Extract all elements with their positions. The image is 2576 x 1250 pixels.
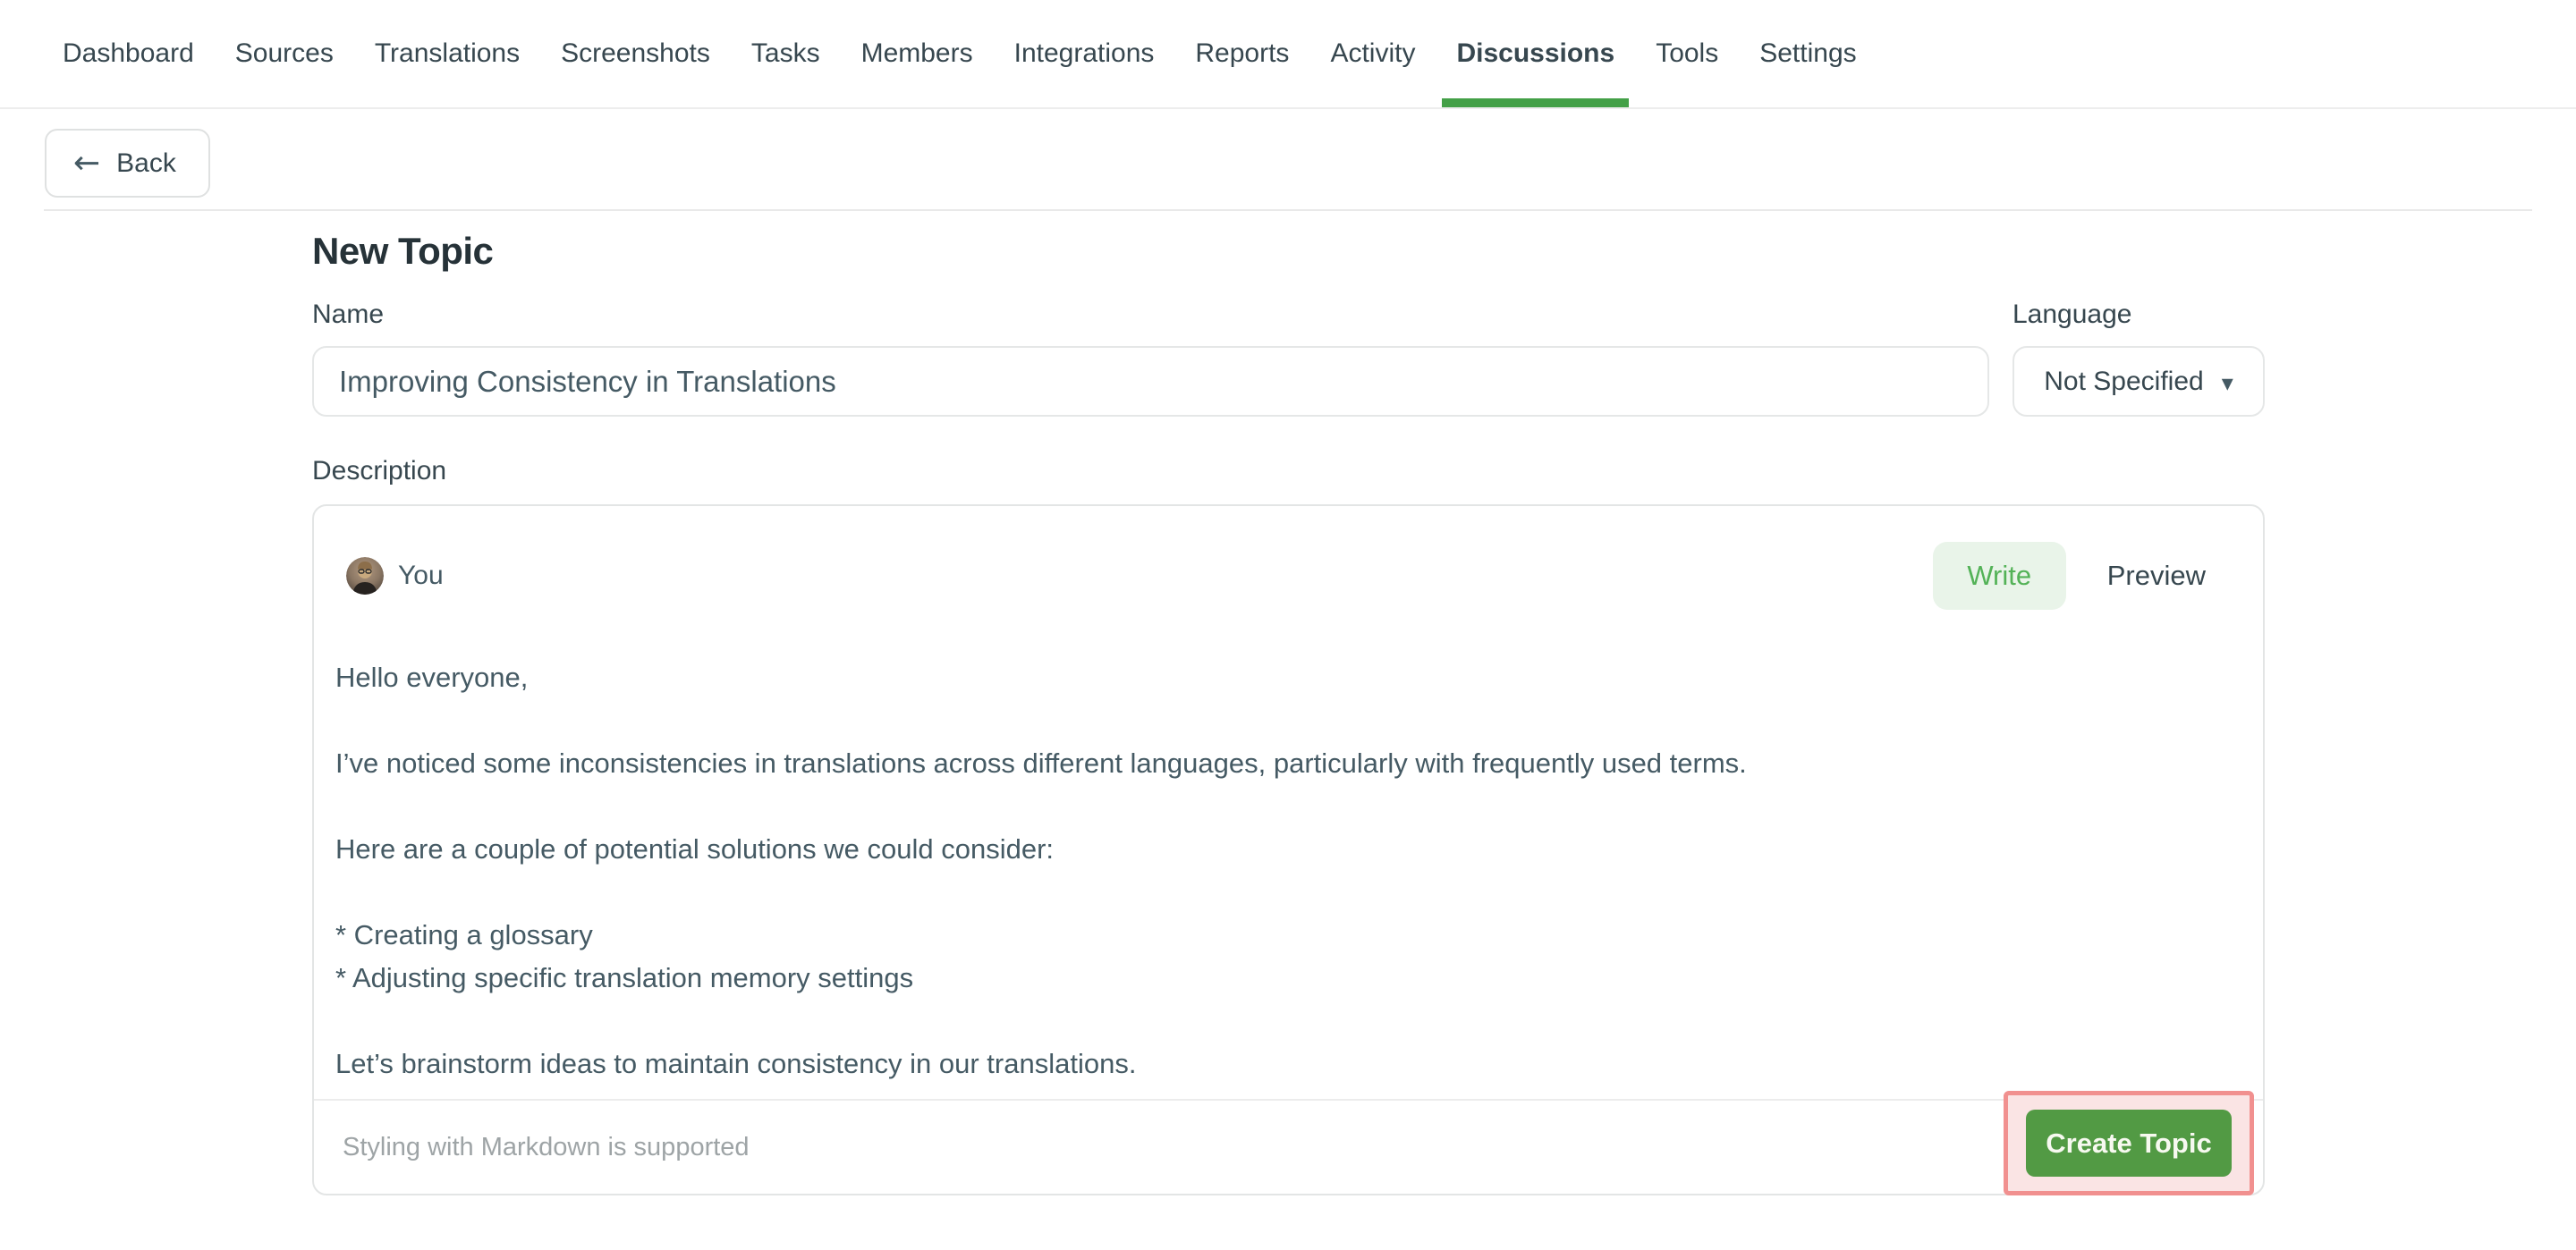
tab-preview[interactable]: Preview — [2107, 560, 2206, 592]
description-line: I’ve noticed some inconsistencies in tra… — [335, 742, 2231, 785]
description-line: Let’s brainstorm ideas to maintain consi… — [335, 1043, 2231, 1085]
highlight-annotation: Create Topic — [2004, 1091, 2254, 1195]
description-text-area[interactable]: Hello everyone, I’ve noticed some incons… — [314, 610, 2263, 1099]
page-title: New Topic — [312, 230, 2265, 273]
nav-tab-screenshots[interactable]: Screenshots — [547, 0, 724, 107]
left-arrow-icon: ← — [73, 148, 100, 180]
nav-tab-discussions[interactable]: Discussions — [1442, 0, 1629, 107]
top-navigation: Dashboard Sources Translations Screensho… — [0, 0, 2576, 109]
nav-tab-tasks[interactable]: Tasks — [737, 0, 835, 107]
avatar — [346, 557, 384, 595]
description-line: * Adjusting specific translation memory … — [335, 957, 2231, 1000]
topic-name-input[interactable] — [312, 346, 1989, 417]
back-button[interactable]: ← Back — [45, 129, 210, 198]
nav-tab-tools[interactable]: Tools — [1641, 0, 1733, 107]
caret-down-icon: ▾ — [2222, 372, 2233, 395]
editor-header: You Write Preview — [314, 542, 2263, 610]
editor-footer: Styling with Markdown is supported Creat… — [314, 1099, 2263, 1194]
header-divider — [44, 209, 2532, 211]
nav-tab-integrations[interactable]: Integrations — [1000, 0, 1169, 107]
nav-tab-sources[interactable]: Sources — [221, 0, 348, 107]
nav-tab-dashboard[interactable]: Dashboard — [48, 0, 208, 107]
back-row: ← Back — [45, 129, 2531, 198]
description-line: * Creating a glossary — [335, 914, 2231, 957]
description-editor-card: You Write Preview Hello everyone, I’ve n… — [312, 504, 2265, 1195]
nav-tab-activity[interactable]: Activity — [1316, 0, 1429, 107]
create-topic-button[interactable]: Create Topic — [2026, 1110, 2232, 1177]
back-button-label: Back — [116, 148, 176, 179]
nav-tab-translations[interactable]: Translations — [360, 0, 534, 107]
tab-write[interactable]: Write — [1933, 542, 2066, 610]
language-dropdown-value: Not Specified — [2044, 367, 2203, 397]
author-name: You — [398, 561, 444, 591]
name-field-label: Name — [312, 300, 1989, 330]
description-field-label: Description — [312, 456, 2265, 486]
nav-tab-members[interactable]: Members — [847, 0, 987, 107]
nav-tab-reports[interactable]: Reports — [1181, 0, 1303, 107]
language-field-label: Language — [2012, 300, 2265, 330]
nav-tab-settings[interactable]: Settings — [1745, 0, 1870, 107]
description-line: Hello everyone, — [335, 656, 2231, 699]
markdown-hint: Styling with Markdown is supported — [314, 1133, 750, 1162]
description-line: Here are a couple of potential solutions… — [335, 828, 2231, 871]
new-topic-form: New Topic Name Language Not Specified ▾ … — [312, 230, 2265, 1195]
language-dropdown[interactable]: Not Specified ▾ — [2012, 346, 2265, 417]
